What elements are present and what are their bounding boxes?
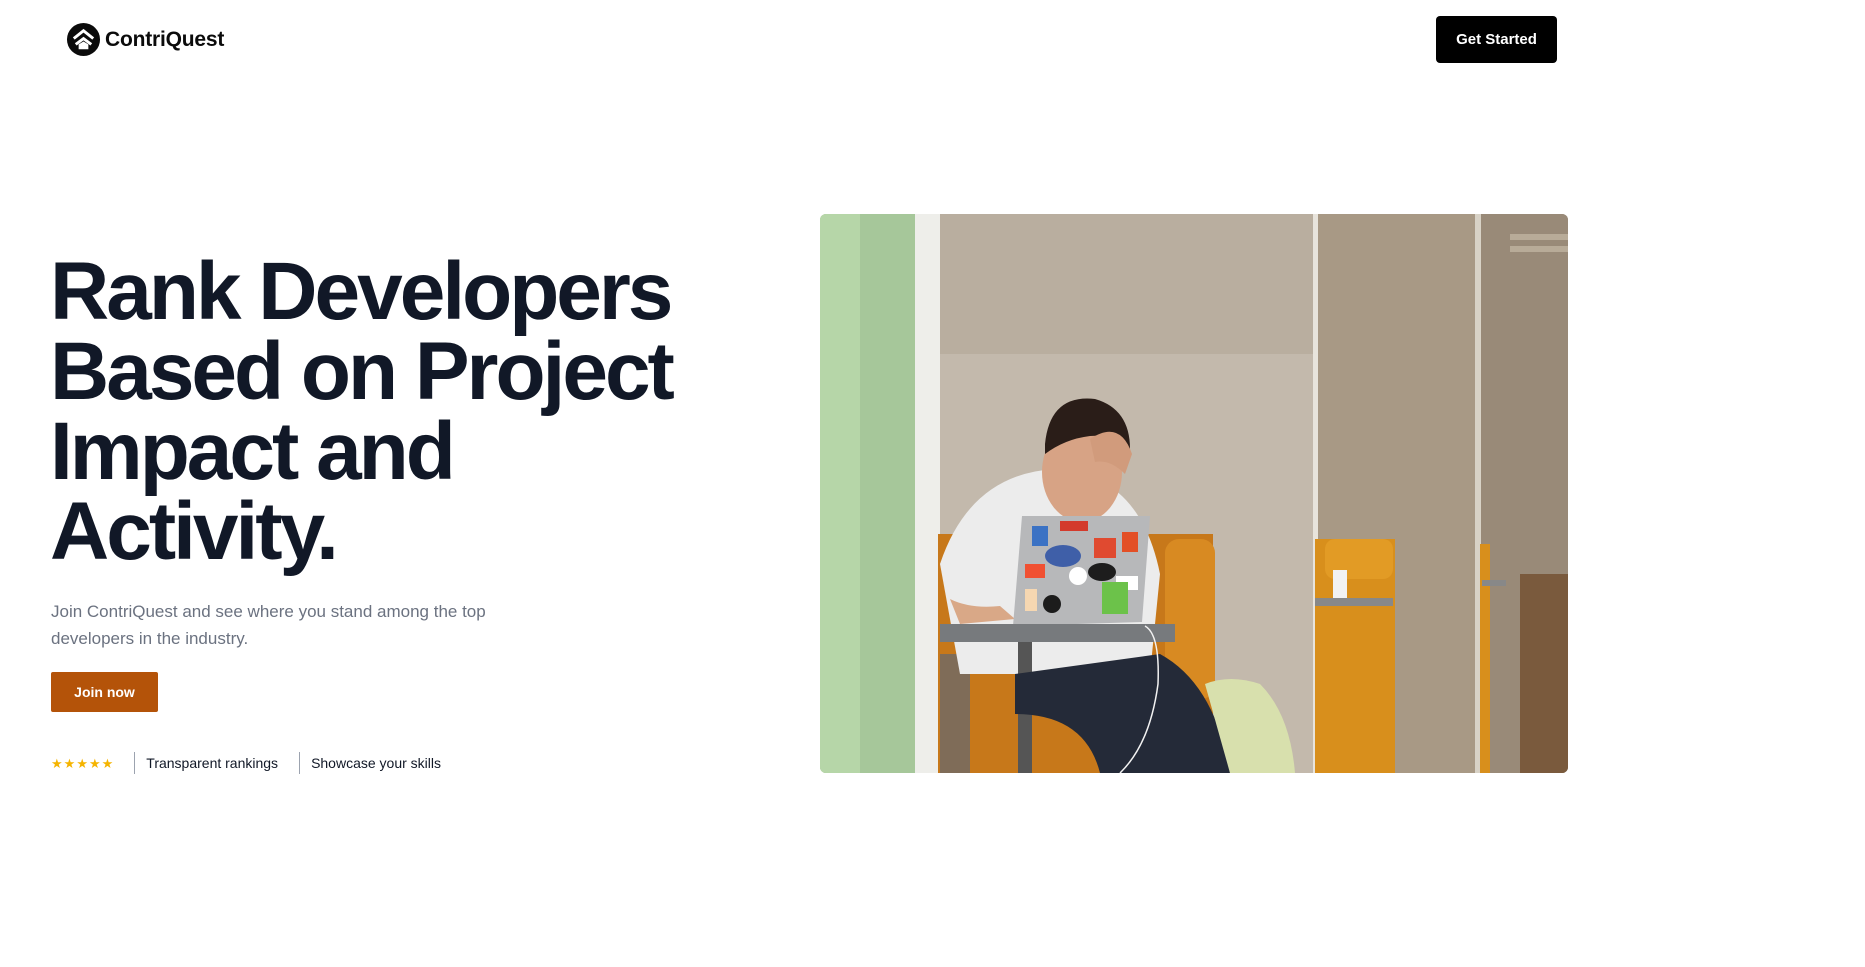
hero-title: Rank Developers Based on Project Impact …	[50, 246, 770, 577]
feature-showcase-skills: Showcase your skills	[311, 755, 441, 771]
hero-subtitle: Join ContriQuest and see where you stand…	[51, 602, 486, 648]
star-rating: ★ ★ ★ ★ ★	[51, 757, 113, 770]
hero-title-line: Activity.	[50, 486, 339, 577]
divider	[134, 752, 136, 774]
star-icon: ★	[88, 755, 101, 771]
star-icon: ★	[101, 755, 114, 771]
hero-photo	[820, 214, 1568, 773]
brand-logo[interactable]: ContriQuest	[66, 22, 224, 57]
developer-at-laptop-image	[820, 214, 1568, 773]
feature-transparent-rankings: Transparent rankings	[146, 755, 279, 771]
star-icon: ★	[76, 755, 88, 771]
get-started-button[interactable]: Get Started	[1436, 16, 1557, 63]
brand-name: ContriQuest	[105, 27, 225, 51]
hero-title-line: Based on Project	[50, 326, 675, 417]
chevron-up-shield-icon	[66, 22, 101, 57]
star-icon: ★	[51, 755, 63, 771]
star-icon: ★	[63, 755, 76, 771]
feature-strip: ★ ★ ★ ★ ★ Transparent rankings Showcase …	[51, 750, 441, 776]
landing-page: ContriQuest Get Started Rank Developers …	[0, 0, 1865, 967]
join-now-button[interactable]: Join now	[51, 672, 158, 712]
divider	[299, 752, 301, 774]
hero-title-line: Impact and	[50, 406, 456, 497]
hero-title-line: Rank Developers	[50, 246, 673, 337]
